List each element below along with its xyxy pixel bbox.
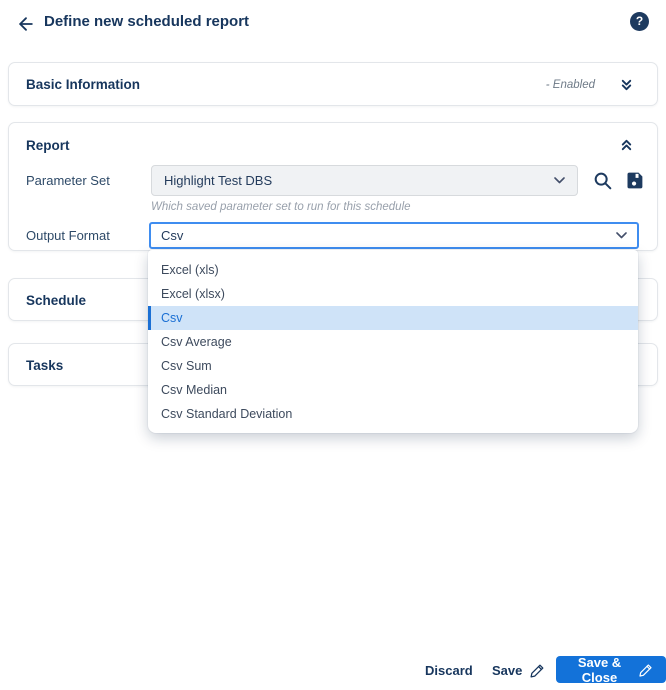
page-header: Define new scheduled report ? [0,0,666,46]
pencil-icon [638,662,654,678]
dropdown-option[interactable]: Excel (xlsx) [148,282,638,306]
report-card: Report Parameter Set Highlight Test DBS … [8,122,658,251]
save-and-close-button[interactable]: Save & Close [556,656,666,683]
parameter-set-label: Parameter Set [26,173,110,188]
output-format-label: Output Format [26,228,110,243]
basic-information-title: Basic Information [26,77,140,92]
save-label: Save [492,663,522,678]
parameter-set-helper: Which saved parameter set to run for thi… [151,201,411,213]
back-button[interactable] [16,13,38,35]
output-format-value: Csv [161,228,183,243]
help-icon[interactable]: ? [630,12,649,31]
discard-label: Discard [425,663,473,678]
search-icon[interactable] [592,169,616,193]
footer-actions: Discard Save Save & Close [0,650,666,690]
tasks-title: Tasks [26,358,63,373]
page-title: Define new scheduled report [44,13,249,30]
dropdown-option[interactable]: Csv Sum [148,354,638,378]
dropdown-option[interactable]: Excel (xls) [148,258,638,282]
pencil-icon [529,662,546,679]
arrow-left-icon [16,14,38,34]
dropdown-option[interactable]: Csv Average [148,330,638,354]
chevron-down-icon [616,232,627,239]
schedule-title: Schedule [26,293,86,308]
report-title: Report [26,138,70,153]
dropdown-option[interactable]: Csv Median [148,378,638,402]
chevron-down-icon [554,177,565,184]
dropdown-option[interactable]: Csv [148,306,638,330]
scheduled-report-page: Define new scheduled report ? Basic Info… [0,0,666,690]
parameter-set-value: Highlight Test DBS [164,173,272,188]
save-button[interactable]: Save [492,657,546,683]
parameter-set-select[interactable]: Highlight Test DBS [151,165,578,196]
double-chevron-up-icon[interactable] [619,136,637,154]
output-format-select[interactable]: Csv [149,222,639,249]
discard-button[interactable]: Discard [425,657,473,683]
save-disk-icon[interactable] [624,168,648,192]
double-chevron-down-icon[interactable] [619,76,637,94]
save-and-close-label: Save & Close [568,655,631,685]
basic-information-card: Basic Information - Enabled [8,62,658,106]
output-format-dropdown: Excel (xls)Excel (xlsx)CsvCsv AverageCsv… [148,250,638,433]
dropdown-option[interactable]: Csv Standard Deviation [148,402,638,426]
enabled-status: - Enabled [546,79,595,91]
